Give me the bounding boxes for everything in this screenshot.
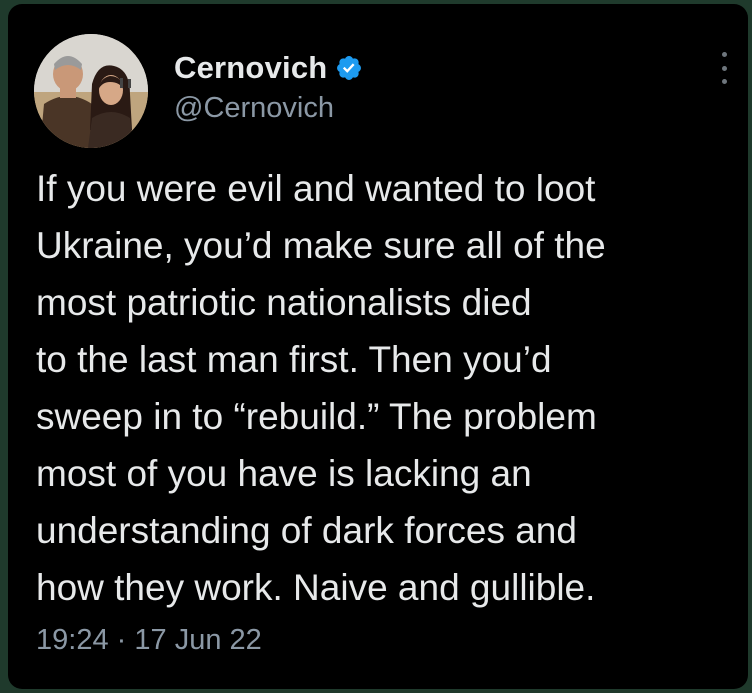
tweet-date: 17 Jun 22 <box>134 624 262 656</box>
more-dot <box>721 52 727 57</box>
author-name-row: Cernovich <box>174 48 363 88</box>
tweet-card[interactable]: Cernovich @Cernovich If you were evil an… <box>8 4 748 689</box>
tweet-text-line: most of you have is lacking an <box>36 453 532 494</box>
tweet-text-line: how they work. Naive and gullible. <box>36 567 596 608</box>
timestamp-separator: · <box>116 624 127 656</box>
screenshot-frame: Cernovich @Cernovich If you were evil an… <box>0 0 752 693</box>
tweet-timestamp[interactable]: 19:24 · 17 Jun 22 <box>36 624 262 657</box>
avatar-photo <box>34 34 148 148</box>
tweet-text-line: to the last man first. Then you’d <box>36 339 552 380</box>
author-display-name[interactable]: Cernovich <box>174 50 327 86</box>
more-dot <box>721 79 727 84</box>
tweet-text-line: Ukraine, you’d make sure all of the <box>36 225 606 266</box>
more-dot <box>721 65 727 71</box>
tweet-text-line: most patriotic nationalists died <box>36 282 532 323</box>
tweet-text: If you were evil and wanted to loot Ukra… <box>36 160 736 616</box>
more-options-icon[interactable] <box>718 52 730 84</box>
author-handle[interactable]: @Cernovich <box>174 92 334 125</box>
verified-badge-icon <box>335 54 363 82</box>
avatar[interactable] <box>34 34 148 148</box>
tweet-text-line: understanding of dark forces and <box>36 510 577 551</box>
tweet-text-line: If you were evil and wanted to loot <box>36 168 596 209</box>
tweet-time: 19:24 <box>36 624 109 656</box>
tweet-text-line: sweep in to “rebuild.” The problem <box>36 396 597 437</box>
